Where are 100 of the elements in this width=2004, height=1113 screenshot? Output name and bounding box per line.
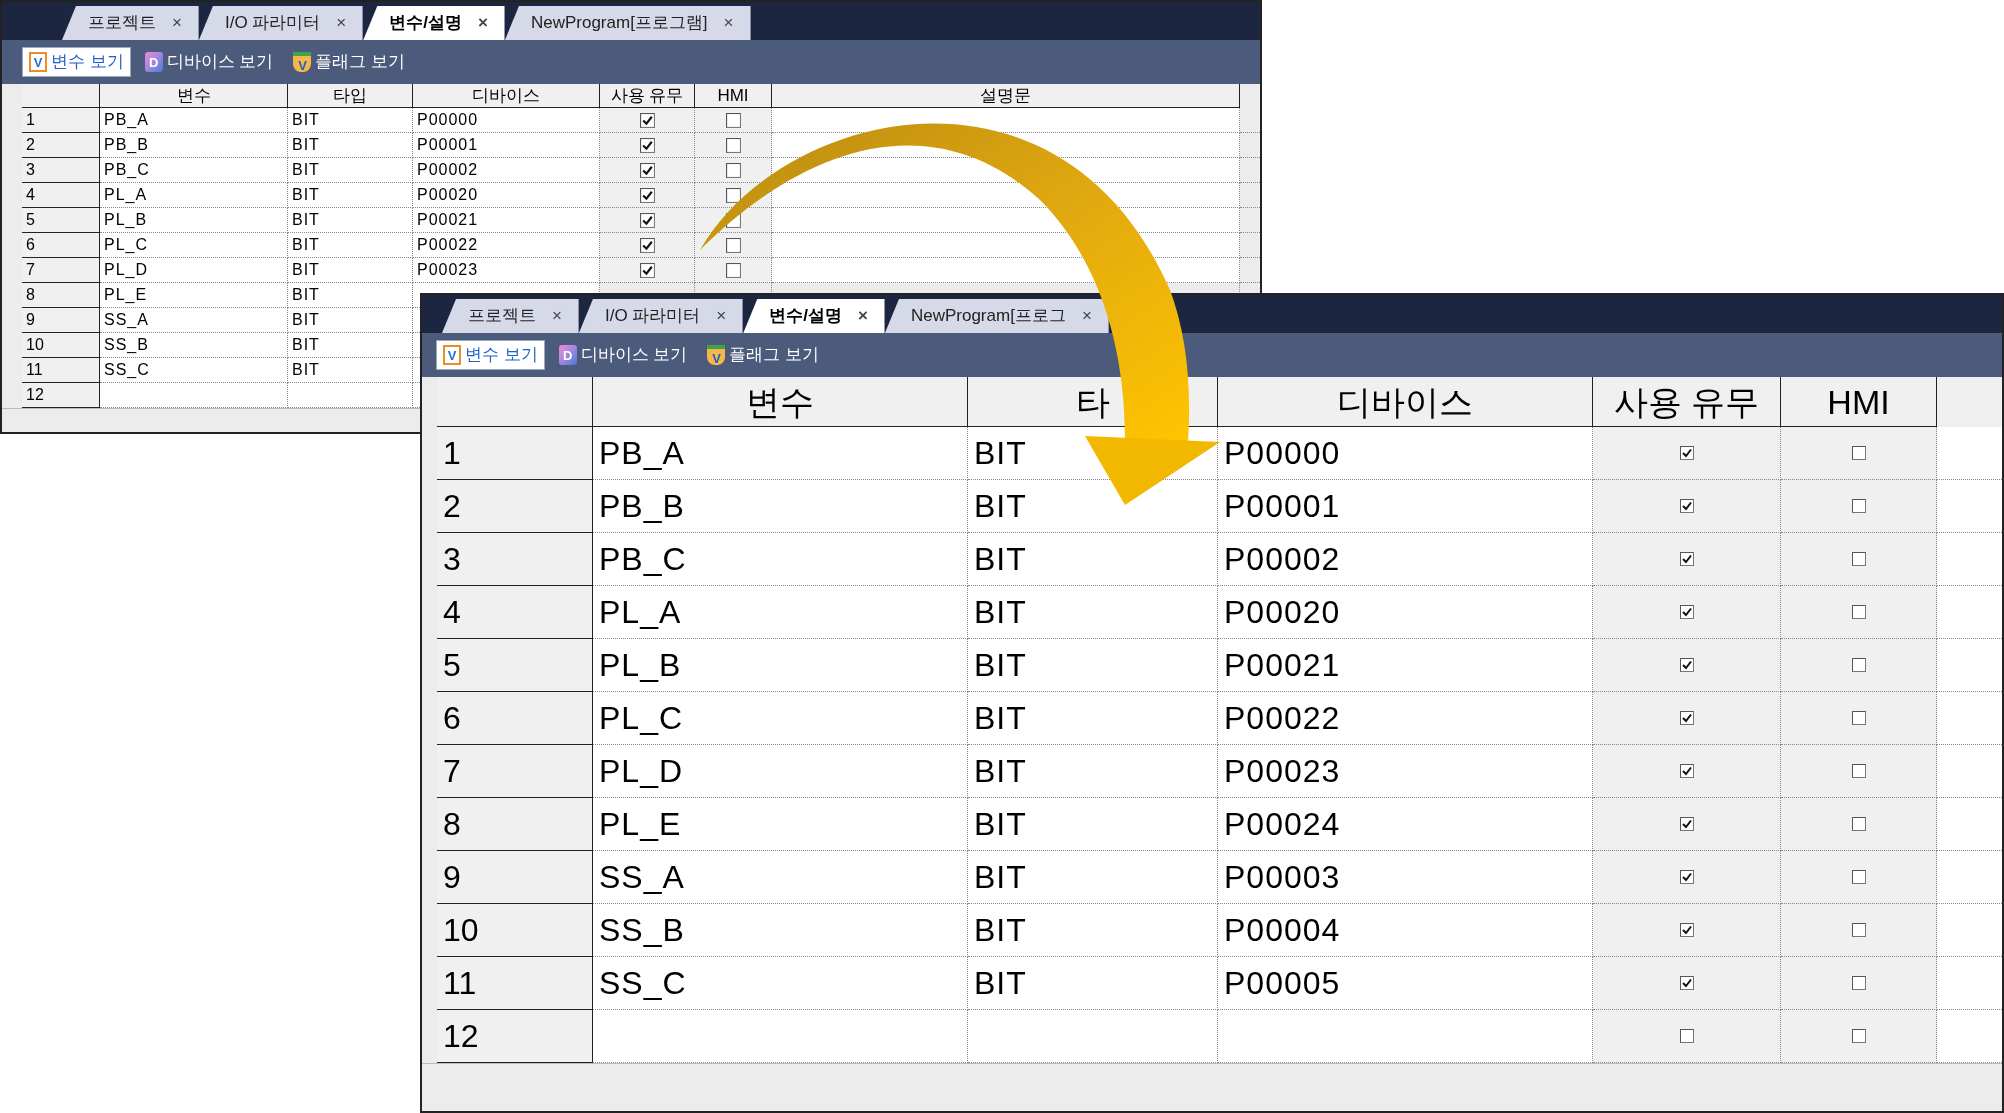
row-number: 12 (437, 1010, 593, 1063)
close-icon[interactable]: × (716, 303, 727, 329)
column-header: 변수 (100, 84, 288, 108)
column-header: HMI (695, 84, 772, 108)
table-cell: BIT (288, 108, 413, 133)
close-icon[interactable]: × (858, 303, 868, 329)
row-number: 12 (22, 383, 100, 408)
table-cell: PB_A (100, 108, 288, 133)
row-number: 9 (437, 851, 593, 904)
tab[interactable]: 프로젝트 × (442, 299, 579, 333)
row-number: 1 (437, 427, 593, 480)
view-tab[interactable]: D 디바이스 보기 (138, 47, 280, 77)
column-header: 사용 유무 (600, 84, 695, 108)
tab[interactable]: NewProgram[프로그램] × (504, 6, 751, 40)
table-cell: SS_A (100, 308, 288, 333)
table-cell: P00021 (1218, 639, 1593, 692)
row-number: 8 (22, 283, 100, 308)
column-header: 사용 유무 (1593, 377, 1781, 427)
tab[interactable]: 변수/설명 × (743, 299, 885, 333)
table-cell: BIT (968, 957, 1218, 1010)
table-cell: BIT (968, 639, 1218, 692)
table-cell: BIT (288, 333, 413, 358)
table-cell: BIT (968, 851, 1218, 904)
table-cell: BIT (968, 480, 1218, 533)
row-number: 10 (22, 333, 100, 358)
table-cell: P00024 (1218, 798, 1593, 851)
table-cell: BIT (968, 745, 1218, 798)
close-icon[interactable]: × (478, 10, 488, 36)
tab[interactable]: NewProgram[프로그 × (884, 299, 1109, 333)
row-number: 3 (437, 533, 593, 586)
table-cell: PL_C (593, 692, 968, 745)
tab[interactable]: I/O 파라미터 × (578, 299, 744, 333)
column-header: HMI (1781, 377, 1937, 427)
table-cell: BIT (288, 208, 413, 233)
close-icon[interactable]: × (552, 303, 562, 329)
table-cell: PB_C (100, 158, 288, 183)
row-number: 5 (437, 639, 593, 692)
row-number: 2 (437, 480, 593, 533)
table-cell: P00021 (413, 208, 600, 233)
table-cell: BIT (968, 586, 1218, 639)
view-tab[interactable]: V 플래그 보기 (287, 47, 412, 77)
table-cell: BIT (288, 258, 413, 283)
table-cell: PL_A (593, 586, 968, 639)
device-icon: D (558, 345, 577, 365)
table-cell: P00001 (1218, 480, 1593, 533)
column-header: 설명문 (772, 84, 1240, 108)
tab[interactable]: 변수/설명 × (363, 6, 505, 40)
row-number: 10 (437, 904, 593, 957)
table-cell: PL_B (593, 639, 968, 692)
table-cell: BIT (968, 904, 1218, 957)
close-icon[interactable]: × (336, 10, 347, 36)
flag-icon: V (293, 52, 312, 72)
table-cell: BIT (288, 283, 413, 308)
view-tab[interactable]: V 변수 보기 (436, 340, 545, 370)
row-number: 7 (437, 745, 593, 798)
row-number: 8 (437, 798, 593, 851)
table-cell: SS_C (593, 957, 968, 1010)
table-cell: P00004 (1218, 904, 1593, 957)
variable-icon: V (443, 345, 461, 365)
close-icon[interactable]: × (1081, 303, 1092, 329)
table-cell: PB_B (593, 480, 968, 533)
close-icon[interactable]: × (172, 10, 182, 36)
table-cell: P00020 (1218, 586, 1593, 639)
table-cell: P00023 (413, 258, 600, 283)
table-cell: PB_C (593, 533, 968, 586)
table-cell: PL_E (100, 283, 288, 308)
table-cell: SS_A (593, 851, 968, 904)
table-cell: BIT (968, 798, 1218, 851)
view-tab[interactable]: D 디바이스 보기 (552, 340, 694, 370)
row-number: 5 (22, 208, 100, 233)
row-number: 7 (22, 258, 100, 283)
column-header: 타입 (288, 84, 413, 108)
column-header: 디바이스 (413, 84, 600, 108)
table-cell: PB_B (100, 133, 288, 158)
device-icon: D (144, 52, 163, 72)
table-cell: PL_A (100, 183, 288, 208)
row-number: 1 (22, 108, 100, 133)
column-header: 변수 (593, 377, 968, 427)
variable-icon: V (29, 52, 47, 72)
tab[interactable]: 프로젝트 × (62, 6, 199, 40)
table-cell: P00001 (413, 133, 600, 158)
row-number: 11 (437, 957, 593, 1010)
table-cell: P00005 (1218, 957, 1593, 1010)
table-cell: PL_D (100, 258, 288, 283)
table-cell: PL_E (593, 798, 968, 851)
table-cell: BIT (288, 358, 413, 383)
view-tab[interactable]: V 플래그 보기 (701, 340, 826, 370)
view-tab[interactable]: V 변수 보기 (22, 47, 131, 77)
close-icon[interactable]: × (723, 10, 734, 36)
row-number: 4 (22, 183, 100, 208)
table-cell: P00002 (413, 158, 600, 183)
table-cell: BIT (288, 308, 413, 333)
table-cell: P00000 (413, 108, 600, 133)
table-cell: BIT (968, 533, 1218, 586)
table-cell: P00020 (413, 183, 600, 208)
row-number: 6 (22, 233, 100, 258)
row-number: 9 (22, 308, 100, 333)
tab[interactable]: I/O 파라미터 × (198, 6, 364, 40)
table-cell: P00000 (1218, 427, 1593, 480)
table-cell: P00002 (1218, 533, 1593, 586)
